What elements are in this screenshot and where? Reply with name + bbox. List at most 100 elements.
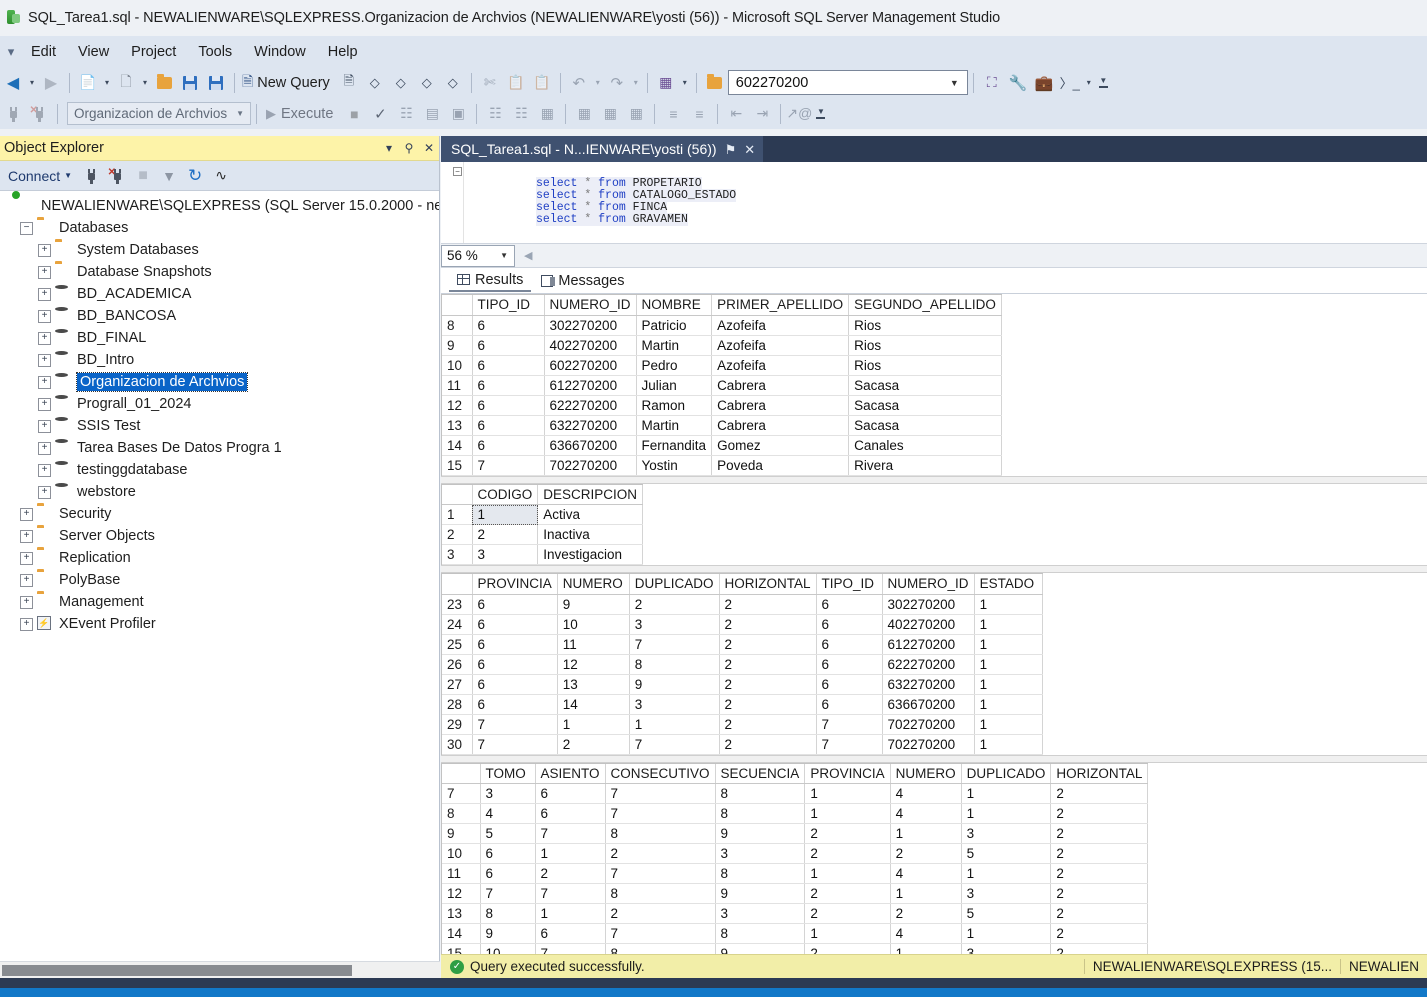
table-cell[interactable]: Rios	[848, 315, 1002, 336]
table-cell[interactable]: 6	[816, 614, 883, 635]
menu-item-project[interactable]: Project	[120, 41, 187, 63]
table-cell[interactable]: 2	[1050, 843, 1149, 864]
row-number-cell[interactable]: 26	[442, 654, 473, 675]
results-to-grid-icon[interactable]: ▦	[597, 102, 623, 126]
column-header[interactable]: PROVINCIA	[472, 574, 558, 595]
table-row[interactable]: 14 9 6 7 8 1 4 1 2	[442, 923, 1149, 944]
table-cell[interactable]: 9	[629, 674, 720, 695]
table-row[interactable]: 736781412	[442, 783, 1149, 804]
table-cell[interactable]: 7	[472, 455, 545, 476]
column-header[interactable]: NUMERO_ID	[544, 295, 637, 316]
find-in-files-icon[interactable]	[702, 71, 728, 95]
table-cell[interactable]: 2	[1050, 863, 1149, 884]
table-cell[interactable]: 6	[535, 803, 606, 824]
table-cell[interactable]: 7	[605, 803, 716, 824]
table-cell[interactable]: Cabrera	[711, 395, 850, 416]
console-dropdown-icon[interactable]: ▾	[1083, 71, 1095, 95]
query-options-icon[interactable]: ▤	[419, 102, 445, 126]
expand-icon[interactable]: +	[38, 331, 51, 345]
table-cell[interactable]: 8	[605, 883, 716, 904]
expand-icon[interactable]: +	[20, 529, 33, 543]
xmla-query-icon[interactable]: ◇	[414, 71, 440, 95]
table-cell[interactable]: 9	[715, 883, 806, 904]
table-cell[interactable]: 1	[629, 714, 720, 735]
table-cell[interactable]: 1	[961, 783, 1052, 804]
include-actual-plan-icon[interactable]: ☷	[482, 102, 508, 126]
new-project-dropdown-icon[interactable]: ▾	[101, 71, 113, 95]
table-cell[interactable]: 1	[974, 714, 1043, 735]
search-input[interactable]: 602270200 ▼	[727, 70, 968, 95]
row-number-cell[interactable]: 14	[442, 435, 473, 456]
row-number-cell[interactable]: 8	[442, 803, 481, 824]
table-cell[interactable]: 6	[472, 355, 545, 376]
table-cell[interactable]: 636670200	[544, 435, 637, 456]
expand-icon[interactable]: +	[38, 309, 51, 323]
table-cell[interactable]: 5	[480, 823, 536, 844]
table-row[interactable]: 957892132	[442, 823, 1149, 844]
table-cell[interactable]: 7	[629, 634, 720, 655]
column-header[interactable]: ESTADO	[974, 574, 1043, 595]
save-icon[interactable]	[177, 71, 203, 95]
column-header[interactable]: HORIZONTAL	[1050, 763, 1149, 784]
table-cell[interactable]: 2	[557, 734, 630, 755]
table-cell[interactable]: 1	[961, 803, 1052, 824]
table-cell[interactable]: 8	[715, 783, 806, 804]
row-number-cell[interactable]: 15	[442, 455, 473, 476]
tree-node[interactable]: + testinggdatabase	[0, 459, 439, 481]
table-cell[interactable]: 622270200	[544, 395, 637, 416]
code-fold-icon[interactable]: −	[453, 167, 462, 176]
table-cell[interactable]: 9	[715, 823, 806, 844]
menu-item-view[interactable]: View	[67, 41, 120, 63]
table-cell[interactable]: 7	[605, 783, 716, 804]
table-cell[interactable]: 3	[961, 823, 1052, 844]
table-cell[interactable]: 6	[472, 395, 545, 416]
table-cell[interactable]: Investigacion	[537, 544, 644, 565]
row-number-cell[interactable]: 14	[442, 923, 481, 944]
expand-icon[interactable]: +	[20, 507, 33, 521]
toolbox-icon[interactable]: 💼	[1031, 71, 1057, 95]
table-cell[interactable]: 6	[472, 335, 545, 356]
table-cell[interactable]: 2	[629, 594, 720, 615]
row-number-header[interactable]	[442, 295, 473, 316]
object-explorer-dropdown-icon[interactable]: ▾	[679, 71, 691, 95]
table-cell[interactable]: 6	[472, 694, 558, 715]
table-cell[interactable]: 632270200	[544, 415, 637, 436]
table-cell[interactable]: 3	[715, 843, 806, 864]
table-cell[interactable]: 5	[961, 843, 1052, 864]
table-cell[interactable]: 1	[974, 654, 1043, 675]
gravamen-grid[interactable]: TOMO ASIENTO CONSECUTIVO SECUENCIA PROVINCIA…	[441, 762, 1149, 964]
table-cell[interactable]: Pedro	[636, 355, 713, 376]
toolbar-overflow-icon[interactable]: ▼	[1098, 76, 1108, 88]
menu-item-help[interactable]: Help	[317, 41, 369, 63]
table-cell[interactable]: 702270200	[882, 734, 975, 755]
table-cell[interactable]: Martin	[636, 415, 713, 436]
filter-icon[interactable]: ▼	[156, 164, 182, 188]
table-cell[interactable]: Gomez	[711, 435, 850, 456]
table-cell[interactable]: Rios	[848, 355, 1002, 376]
table-cell[interactable]: Inactiva	[537, 524, 644, 545]
connect-plug-icon[interactable]	[78, 164, 104, 188]
expand-icon[interactable]: +	[38, 287, 51, 301]
table-cell[interactable]: 5	[961, 903, 1052, 924]
tree-node[interactable]: + Security	[0, 503, 439, 525]
table-cell[interactable]: 602270200	[544, 355, 637, 376]
table-cell[interactable]: 2	[1050, 823, 1149, 844]
table-row[interactable]: 846781412	[442, 803, 1149, 824]
column-header[interactable]: SECUENCIA	[715, 763, 806, 784]
table-cell[interactable]: 1	[890, 823, 962, 844]
expand-icon[interactable]: +	[38, 441, 51, 455]
refresh-icon[interactable]: ↻	[182, 164, 208, 188]
connect-button[interactable]: Connect ▼	[2, 166, 78, 186]
connect-icon[interactable]	[0, 102, 26, 126]
tree-node[interactable]: + Prograll_01_2024	[0, 393, 439, 415]
undo-dropdown-icon[interactable]: ▾	[592, 71, 604, 95]
table-cell[interactable]: 8	[480, 903, 536, 924]
console-icon[interactable]: 〉_	[1057, 71, 1083, 95]
row-number-cell[interactable]: 13	[442, 903, 481, 924]
table-cell[interactable]: 3	[480, 783, 536, 804]
table-cell[interactable]: 3	[629, 614, 720, 635]
row-number-cell[interactable]: 10	[442, 843, 481, 864]
menu-overflow-icon[interactable]: ▾	[2, 44, 20, 60]
expand-icon[interactable]: +	[38, 397, 51, 411]
stop-icon[interactable]: ■	[130, 164, 156, 188]
